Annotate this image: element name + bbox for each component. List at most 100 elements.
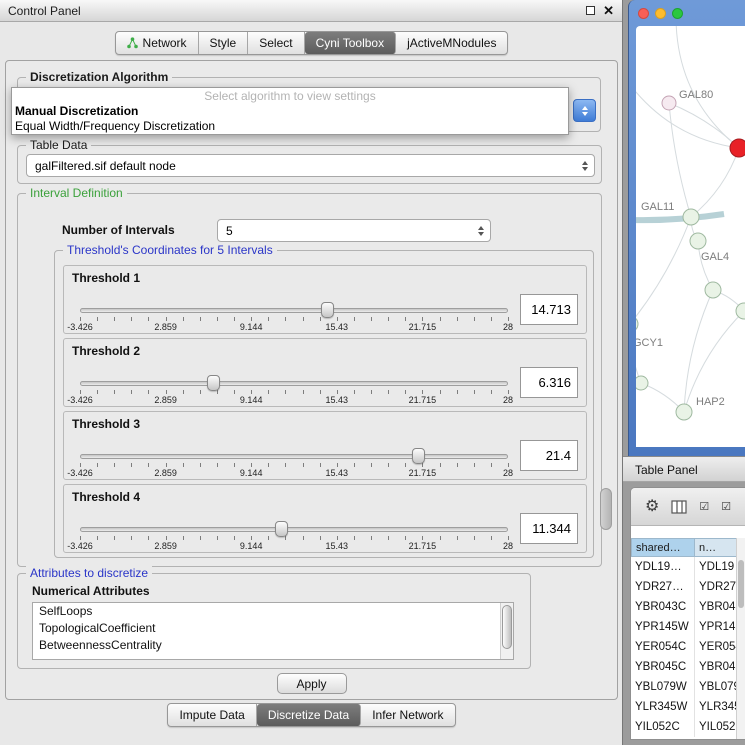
table-row[interactable]: YER054CYER054C bbox=[631, 637, 745, 657]
network-edge[interactable] bbox=[684, 290, 713, 412]
slider-track[interactable] bbox=[80, 381, 508, 386]
network-edge[interactable] bbox=[636, 214, 724, 220]
tab-impute-data[interactable]: Impute Data bbox=[168, 704, 256, 726]
table-row[interactable]: YDR27…YDR27 bbox=[631, 577, 745, 597]
table-data-group: Table Data galFiltered.sif default node bbox=[17, 145, 602, 184]
network-node[interactable] bbox=[636, 376, 648, 390]
dropdown-placeholder-option[interactable]: Select algorithm to view settings bbox=[12, 88, 568, 104]
table-row[interactable]: YLR345WYLR345W bbox=[631, 697, 745, 717]
table-data-selected-value: galFiltered.sif default node bbox=[35, 155, 176, 177]
attributes-group: Attributes to discretize Numerical Attri… bbox=[17, 573, 531, 669]
slider-scale-label: -3.426 bbox=[67, 541, 93, 551]
slider-thumb[interactable] bbox=[275, 521, 288, 537]
network-node[interactable] bbox=[662, 96, 676, 110]
slider-tick bbox=[457, 317, 458, 321]
network-edge[interactable] bbox=[636, 217, 691, 324]
threshold-value-input[interactable]: 14.713 bbox=[520, 294, 578, 325]
network-edge[interactable] bbox=[676, 26, 739, 148]
slider-tick bbox=[354, 463, 355, 467]
slider-tick bbox=[166, 390, 167, 394]
select-all-checkbox-icon[interactable]: ☑ bbox=[699, 500, 709, 513]
dropdown-option-equal-width-frequency-discretization[interactable]: Equal Width/Frequency Discretization bbox=[12, 119, 568, 134]
thresholds-group-title: Threshold's Coordinates for 5 Intervals bbox=[63, 243, 277, 257]
network-edge[interactable] bbox=[691, 148, 739, 217]
columns-icon[interactable] bbox=[671, 500, 687, 514]
table-row[interactable]: YBL079WYBL079W bbox=[631, 677, 745, 697]
table-panel-header[interactable]: Table Panel bbox=[623, 456, 745, 482]
dropdown-option-manual-discretization[interactable]: Manual Discretization bbox=[12, 104, 568, 119]
slider-thumb[interactable] bbox=[207, 375, 220, 391]
list-scrollbar[interactable] bbox=[500, 603, 513, 659]
network-node[interactable] bbox=[683, 209, 699, 225]
threshold-slider[interactable]: -3.4262.8599.14415.4321.71528 bbox=[80, 446, 508, 478]
slider-tick bbox=[234, 463, 235, 467]
attribute-item-selfloops[interactable]: SelfLoops bbox=[33, 603, 513, 620]
panel-scrollbar-thumb[interactable] bbox=[600, 488, 612, 530]
slider-scale-label: 21.715 bbox=[409, 395, 437, 405]
attribute-item-betweennesscentrality[interactable]: BetweennessCentrality bbox=[33, 637, 513, 654]
gear-icon[interactable]: ⚙ bbox=[645, 499, 659, 515]
slider-tick bbox=[405, 390, 406, 394]
slider-tick bbox=[251, 390, 252, 394]
network-edge[interactable] bbox=[636, 324, 641, 383]
table-row[interactable]: YIL052CYIL052C bbox=[631, 717, 745, 737]
table-row[interactable]: YPR145WYPR145W bbox=[631, 617, 745, 637]
tab-select[interactable]: Select bbox=[248, 32, 304, 54]
slider-track[interactable] bbox=[80, 454, 508, 459]
network-node[interactable] bbox=[636, 316, 638, 332]
minimize-traffic-icon[interactable] bbox=[655, 8, 666, 19]
table-row[interactable]: YDL19…YDL19 bbox=[631, 557, 745, 577]
float-window-icon[interactable] bbox=[586, 6, 595, 15]
slider-track[interactable] bbox=[80, 308, 508, 313]
tab-infer-network[interactable]: Infer Network bbox=[361, 704, 454, 726]
slider-tick bbox=[337, 536, 338, 540]
tab-style[interactable]: Style bbox=[199, 32, 249, 54]
network-edge[interactable] bbox=[669, 103, 739, 148]
control-panel-titlebar[interactable]: Control Panel ✕ bbox=[0, 0, 622, 22]
tab-discretize-data[interactable]: Discretize Data bbox=[257, 704, 361, 726]
table-data-select[interactable]: galFiltered.sif default node bbox=[26, 154, 595, 177]
threshold-slider[interactable]: -3.4262.8599.14415.4321.71528 bbox=[80, 519, 508, 551]
cell-shared-name: YIL052C bbox=[631, 717, 695, 737]
network-node[interactable] bbox=[730, 139, 745, 157]
algorithm-combo-button[interactable] bbox=[573, 99, 596, 122]
table-scrollbar[interactable] bbox=[736, 538, 745, 739]
attribute-item-topologicalcoefficient[interactable]: TopologicalCoefficient bbox=[33, 620, 513, 637]
threshold-value-input[interactable]: 21.4 bbox=[520, 440, 578, 471]
table-row[interactable]: YBR045CYBR045C bbox=[631, 657, 745, 677]
slider-track[interactable] bbox=[80, 527, 508, 532]
table-scrollbar-thumb[interactable] bbox=[738, 560, 744, 608]
control-panel-window: Control Panel ✕ NetworkStyleSelectCyni T… bbox=[0, 0, 623, 745]
list-scrollbar-thumb[interactable] bbox=[502, 605, 512, 649]
select-column-checkbox-icon[interactable]: ☑ bbox=[721, 500, 731, 513]
slider-tick bbox=[183, 317, 184, 321]
slider-tick bbox=[183, 463, 184, 467]
slider-tick bbox=[183, 536, 184, 540]
slider-tick bbox=[422, 390, 423, 394]
network-edge[interactable] bbox=[669, 103, 691, 217]
network-node[interactable] bbox=[705, 282, 721, 298]
threshold-slider[interactable]: -3.4262.8599.14415.4321.71528 bbox=[80, 373, 508, 405]
slider-thumb[interactable] bbox=[321, 302, 334, 318]
close-traffic-icon[interactable] bbox=[638, 8, 649, 19]
threshold-slider[interactable]: -3.4262.8599.14415.4321.71528 bbox=[80, 300, 508, 332]
threshold-value-input[interactable]: 6.316 bbox=[520, 367, 578, 398]
network-node[interactable] bbox=[736, 303, 745, 319]
close-window-icon[interactable]: ✕ bbox=[603, 4, 614, 17]
zoom-traffic-icon[interactable] bbox=[672, 8, 683, 19]
apply-button[interactable]: Apply bbox=[277, 673, 347, 694]
table-row[interactable]: YBR043CYBR043C bbox=[631, 597, 745, 617]
tab-jactivemnodules[interactable]: jActiveMNodules bbox=[396, 32, 507, 54]
column-header-1[interactable]: shared… bbox=[631, 538, 695, 557]
network-canvas[interactable]: GAL80GAL11GAL4GCY1HAP2 bbox=[636, 26, 745, 447]
slider-tick bbox=[491, 463, 492, 467]
tab-cyni-toolbox[interactable]: Cyni Toolbox bbox=[305, 32, 396, 54]
cyni-toolbox-panel: Discretization Algorithm Select algorith… bbox=[5, 60, 618, 700]
network-node[interactable] bbox=[690, 233, 706, 249]
number-of-intervals-select[interactable]: 5 bbox=[217, 219, 491, 242]
threshold-value-input[interactable]: 11.344 bbox=[520, 513, 578, 544]
slider-thumb[interactable] bbox=[412, 448, 425, 464]
network-node[interactable] bbox=[676, 404, 692, 420]
tab-network[interactable]: Network bbox=[116, 32, 199, 54]
slider-tick bbox=[166, 317, 167, 321]
